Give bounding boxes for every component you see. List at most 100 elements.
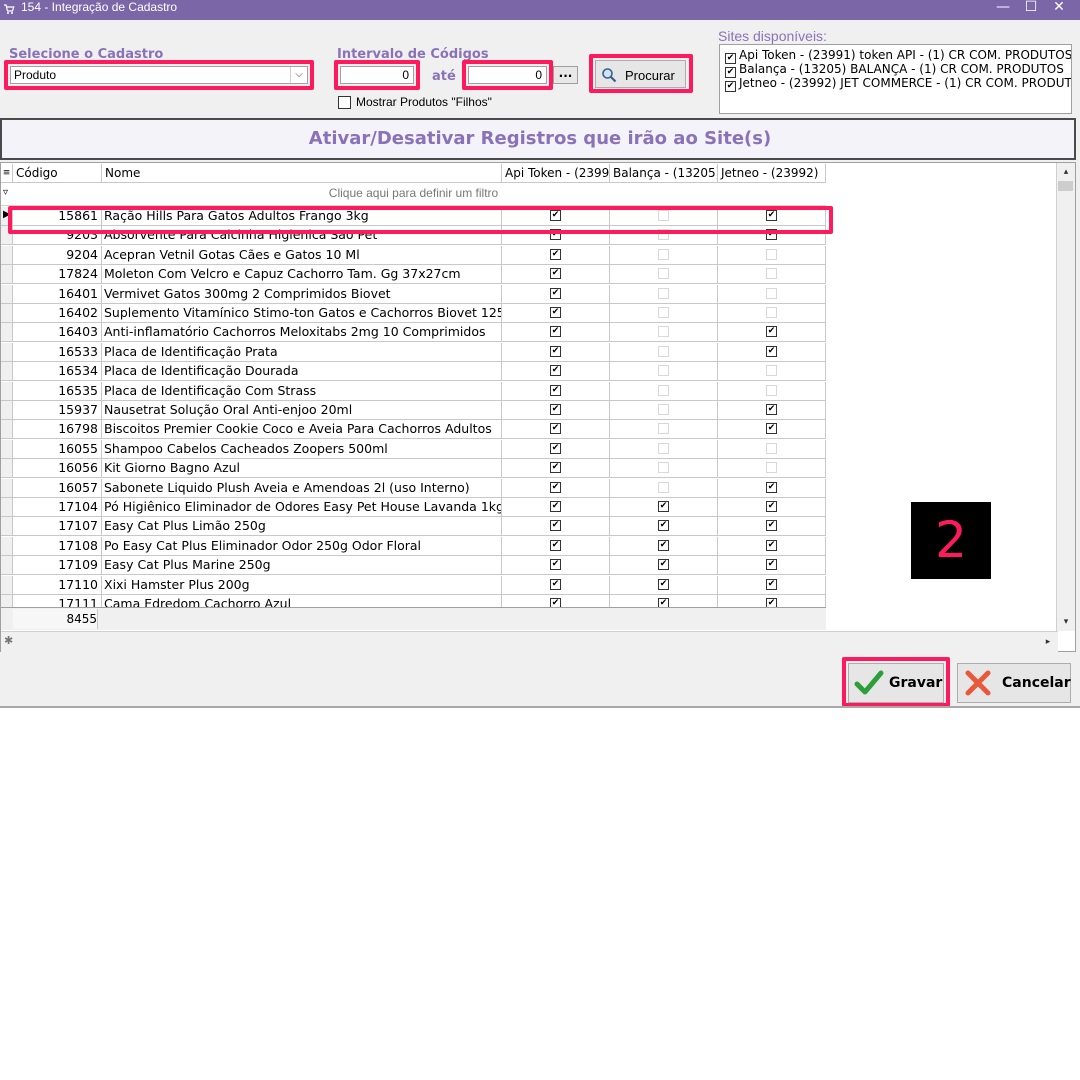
checked-checkbox[interactable]: ✔ — [658, 539, 669, 551]
site-item-jetneo[interactable]: ✔ Jetneo - (23992) JET COMMERCE - (1) CR … — [725, 76, 1071, 92]
unchecked-checkbox[interactable] — [658, 365, 669, 377]
unchecked-checkbox[interactable] — [766, 268, 777, 280]
table-row[interactable]: 17110 Xixi Hamster Plus 200g ✔ ✔ ✔ — [13, 575, 826, 595]
unchecked-checkbox[interactable] — [766, 365, 777, 377]
row-selector[interactable] — [1, 517, 13, 537]
table-row[interactable]: 16402 Suplemento Vitamínico Stimo-ton Gat… — [13, 304, 826, 323]
table-row[interactable]: 16798 Biscoitos Premier Cookie Coco e Ave… — [13, 420, 826, 440]
checked-checkbox[interactable]: ✔ — [550, 365, 561, 377]
checked-checkbox[interactable]: ✔ — [766, 481, 777, 493]
table-row[interactable]: 17104 Pó Higiênico Eliminador de Odores E… — [13, 498, 826, 517]
close-button[interactable]: ✕ — [1046, 0, 1072, 16]
unchecked-checkbox[interactable] — [658, 345, 669, 357]
unchecked-checkbox[interactable] — [766, 287, 777, 299]
table-row[interactable]: 16057 Sabonete Liquido Plush Aveia e Amen… — [13, 478, 826, 498]
row-selector[interactable] — [1, 536, 13, 556]
cancelar-button[interactable]: Cancelar — [957, 663, 1071, 703]
checked-checkbox[interactable]: ✔ — [766, 345, 777, 357]
scroll-up-icon[interactable]: ▴ — [1058, 164, 1074, 180]
checked-checkbox[interactable]: ✔ — [658, 559, 669, 571]
unchecked-checkbox[interactable] — [658, 326, 669, 338]
unchecked-checkbox[interactable] — [658, 384, 669, 396]
unchecked-checkbox[interactable] — [766, 462, 777, 474]
row-selector[interactable] — [1, 381, 13, 401]
lookup-button[interactable]: ... — [553, 66, 578, 84]
checked-checkbox[interactable]: ✔ — [550, 307, 561, 318]
unchecked-checkbox[interactable] — [658, 481, 669, 493]
checked-checkbox[interactable]: ✔ — [550, 442, 561, 454]
table-row[interactable]: 15937 Nausetrat Solução Oral Anti-enjoo 2… — [13, 401, 826, 420]
row-selector[interactable] — [1, 342, 13, 362]
unchecked-checkbox[interactable] — [658, 442, 669, 454]
unchecked-checkbox[interactable] — [658, 404, 669, 415]
table-row[interactable]: 16535 Placa de Identificação Com Strass ✔ — [13, 381, 826, 401]
row-selector[interactable] — [1, 498, 13, 517]
checked-checkbox[interactable]: ✔ — [658, 520, 669, 532]
row-selector[interactable] — [1, 478, 13, 498]
row-selector[interactable] — [1, 362, 13, 382]
column-header-codigo[interactable]: Código — [13, 164, 102, 183]
row-selector[interactable] — [1, 420, 13, 440]
row-selector[interactable] — [1, 575, 13, 595]
row-selector[interactable] — [1, 556, 13, 576]
table-row[interactable]: 9204 Acepran Vetnil Gotas Cães e Gatos 10… — [13, 245, 826, 265]
minimize-button[interactable]: — — [990, 0, 1016, 16]
table-row[interactable]: 17108 Po Easy Cat Plus Eliminador Odor 25… — [13, 536, 826, 556]
checked-checkbox[interactable]: ✔ — [550, 559, 561, 571]
column-header-balanca[interactable]: Balança - (13205) — [610, 164, 718, 183]
checked-checkbox[interactable]: ✔ — [550, 423, 561, 435]
row-selector[interactable] — [1, 245, 13, 265]
checked-checkbox[interactable]: ✔ — [766, 559, 777, 571]
checked-checkbox[interactable]: ✔ — [658, 578, 669, 590]
unchecked-checkbox[interactable] — [658, 268, 669, 280]
row-selector[interactable] — [1, 401, 13, 420]
checked-checkbox[interactable]: ✔ — [766, 404, 777, 415]
checked-checkbox[interactable]: ✔ — [550, 287, 561, 299]
table-row[interactable]: 16534 Placa de Identificação Dourada ✔ — [13, 362, 826, 382]
table-row[interactable]: 17824 Moleton Com Velcro e Capuz Cachorro… — [13, 265, 826, 285]
site-item-api-token[interactable]: ✔ Api Token - (23991) token API - (1) CR … — [725, 48, 1071, 64]
table-row[interactable]: 17107 Easy Cat Plus Limão 250g ✔ ✔ ✔ — [13, 517, 826, 537]
unchecked-checkbox[interactable] — [766, 384, 777, 396]
row-selector[interactable] — [1, 304, 13, 323]
column-header-nome[interactable]: Nome — [102, 164, 502, 183]
scroll-thumb[interactable] — [1058, 181, 1073, 191]
column-header-jetneo[interactable]: Jetneo - (23992) — [718, 164, 826, 183]
checked-checkbox[interactable]: ✔ — [550, 268, 561, 280]
maximize-button[interactable]: ☐ — [1018, 0, 1044, 16]
horizontal-scrollbar[interactable]: ✱ ▸ — [1, 631, 1058, 652]
unchecked-checkbox[interactable] — [766, 307, 777, 318]
row-selector[interactable] — [1, 459, 13, 479]
checked-checkbox[interactable]: ✔ — [550, 345, 561, 357]
row-selector[interactable] — [1, 265, 13, 285]
checked-checkbox[interactable]: ✔ — [550, 248, 561, 260]
scroll-right-icon[interactable]: ▸ — [1040, 634, 1056, 650]
checked-checkbox[interactable]: ✔ — [658, 501, 669, 512]
row-selector[interactable] — [1, 323, 13, 343]
table-row[interactable]: 16403 Anti-inflamatório Cachorros Meloxit… — [13, 323, 826, 343]
checked-checkbox[interactable]: ✔ — [550, 462, 561, 474]
checked-checkbox[interactable]: ✔ — [766, 326, 777, 338]
checked-checkbox[interactable]: ✔ — [550, 384, 561, 396]
unchecked-checkbox[interactable] — [766, 248, 777, 260]
unchecked-checkbox[interactable] — [658, 307, 669, 318]
column-chooser-icon[interactable]: ≡ — [1, 164, 13, 183]
checked-checkbox[interactable]: ✔ — [550, 501, 561, 512]
checked-checkbox[interactable]: ✔ — [766, 423, 777, 435]
mostrar-filhos-checkbox[interactable] — [338, 96, 351, 109]
unchecked-checkbox[interactable] — [766, 442, 777, 454]
scroll-down-icon[interactable]: ▾ — [1058, 614, 1074, 630]
table-row[interactable]: 16533 Placa de Identificação Prata ✔ ✔ — [13, 342, 826, 362]
checked-checkbox[interactable]: ✔ — [766, 578, 777, 590]
vertical-scrollbar[interactable]: ▴ ▾ — [1056, 163, 1075, 631]
checked-checkbox[interactable]: ✔ — [550, 520, 561, 532]
checked-checkbox[interactable]: ✔ — [550, 326, 561, 338]
table-row[interactable]: 16056 Kit Giorno Bagno Azul ✔ — [13, 459, 826, 479]
checked-checkbox[interactable]: ✔ — [550, 404, 561, 415]
site-item-balanca[interactable]: ✔ Balança - (13205) BALANÇA - (1) CR COM.… — [725, 62, 1064, 78]
row-selector[interactable] — [1, 284, 13, 304]
checked-checkbox[interactable]: ✔ — [766, 539, 777, 551]
checked-checkbox[interactable]: ✔ — [766, 501, 777, 512]
checked-checkbox[interactable]: ✔ — [550, 578, 561, 590]
column-header-api-token[interactable]: Api Token - (23991) — [502, 164, 610, 183]
